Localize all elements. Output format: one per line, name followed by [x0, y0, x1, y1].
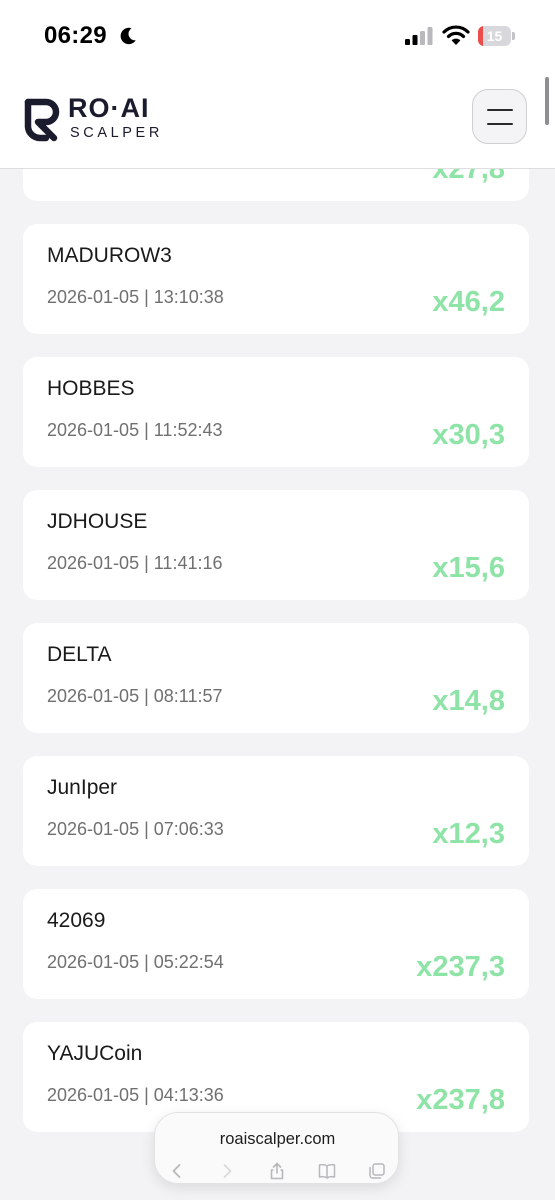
signal-multiplier: x46,2 — [432, 286, 505, 318]
signal-multiplier: x237,8 — [416, 1084, 505, 1116]
menu-button[interactable] — [472, 89, 527, 144]
status-time: 06:29 — [44, 22, 107, 49]
signal-name: JunIper — [47, 776, 118, 799]
signal-card[interactable]: MADUROW3 2026-01-05 | 13:10:38 x46,2 — [23, 224, 529, 334]
moon-icon — [120, 27, 136, 45]
signal-card[interactable]: HOBBES 2026-01-05 | 11:52:43 x30,3 — [23, 357, 529, 467]
signal-timestamp: 2026-01-05 | 13:10:38 — [47, 287, 224, 307]
logo-icon — [24, 98, 60, 142]
menu-line-top — [487, 109, 513, 111]
signal-card[interactable]: 42069 2026-01-05 | 05:22:54 x237,3 — [23, 889, 529, 999]
cellular-signal-icon — [405, 27, 433, 45]
signal-name: MADUROW3 — [47, 244, 172, 267]
signal-multiplier: x14,8 — [432, 685, 505, 717]
signal-card[interactable]: JDHOUSE 2026-01-05 | 11:41:16 x15,6 — [23, 490, 529, 600]
signal-name: YAJUCoin — [47, 1042, 143, 1065]
signal-multiplier: x12,3 — [432, 818, 505, 850]
battery-cap — [512, 32, 515, 40]
signal-multiplier: x30,3 — [432, 419, 505, 451]
signal-multiplier: x15,6 — [432, 552, 505, 584]
forward-icon[interactable] — [218, 1162, 236, 1180]
browser-url-bar[interactable]: roaiscalper.com — [154, 1112, 399, 1184]
signal-name: JDHOUSE — [47, 510, 148, 533]
site-header: RO·AI SCALPER — [0, 72, 555, 169]
signal-timestamp: 2026-01-05 | 07:06:33 — [47, 819, 224, 839]
signal-name: 42069 — [47, 909, 106, 932]
url-text[interactable]: roaiscalper.com — [155, 1130, 400, 1149]
menu-line-bottom — [487, 123, 513, 125]
tabs-icon[interactable] — [368, 1162, 386, 1180]
signal-name: HOBBES — [47, 377, 135, 400]
signal-timestamp: 2026-01-05 | 11:41:16 — [47, 553, 223, 573]
share-icon[interactable] — [268, 1162, 286, 1180]
signal-card[interactable]: DELTA 2026-01-05 | 08:11:57 x14,8 — [23, 623, 529, 733]
logo-subtitle: SCALPER — [70, 125, 163, 141]
back-icon[interactable] — [168, 1162, 186, 1180]
signal-name: DELTA — [47, 643, 112, 666]
signal-timestamp: 2026-01-05 | 11:52:43 — [47, 420, 223, 440]
signal-card[interactable]: JunIper 2026-01-05 | 07:06:33 x12,3 — [23, 756, 529, 866]
battery-indicator: 15 — [478, 26, 515, 46]
signal-multiplier: x237,3 — [416, 951, 505, 983]
bookmarks-icon[interactable] — [318, 1162, 336, 1180]
wifi-icon — [442, 25, 470, 45]
battery-body: 15 — [478, 26, 511, 46]
logo-title: RO·AI — [68, 93, 150, 123]
page-scrollbar[interactable] — [545, 77, 549, 125]
battery-level: 15 — [486, 28, 503, 44]
signal-timestamp: 2026-01-05 | 05:22:54 — [47, 952, 224, 972]
signal-timestamp: 2026-01-05 | 04:13:36 — [47, 1085, 224, 1105]
status-bar: 06:29 15 — [0, 0, 555, 72]
signal-timestamp: 2026-01-05 | 08:11:57 — [47, 686, 223, 706]
